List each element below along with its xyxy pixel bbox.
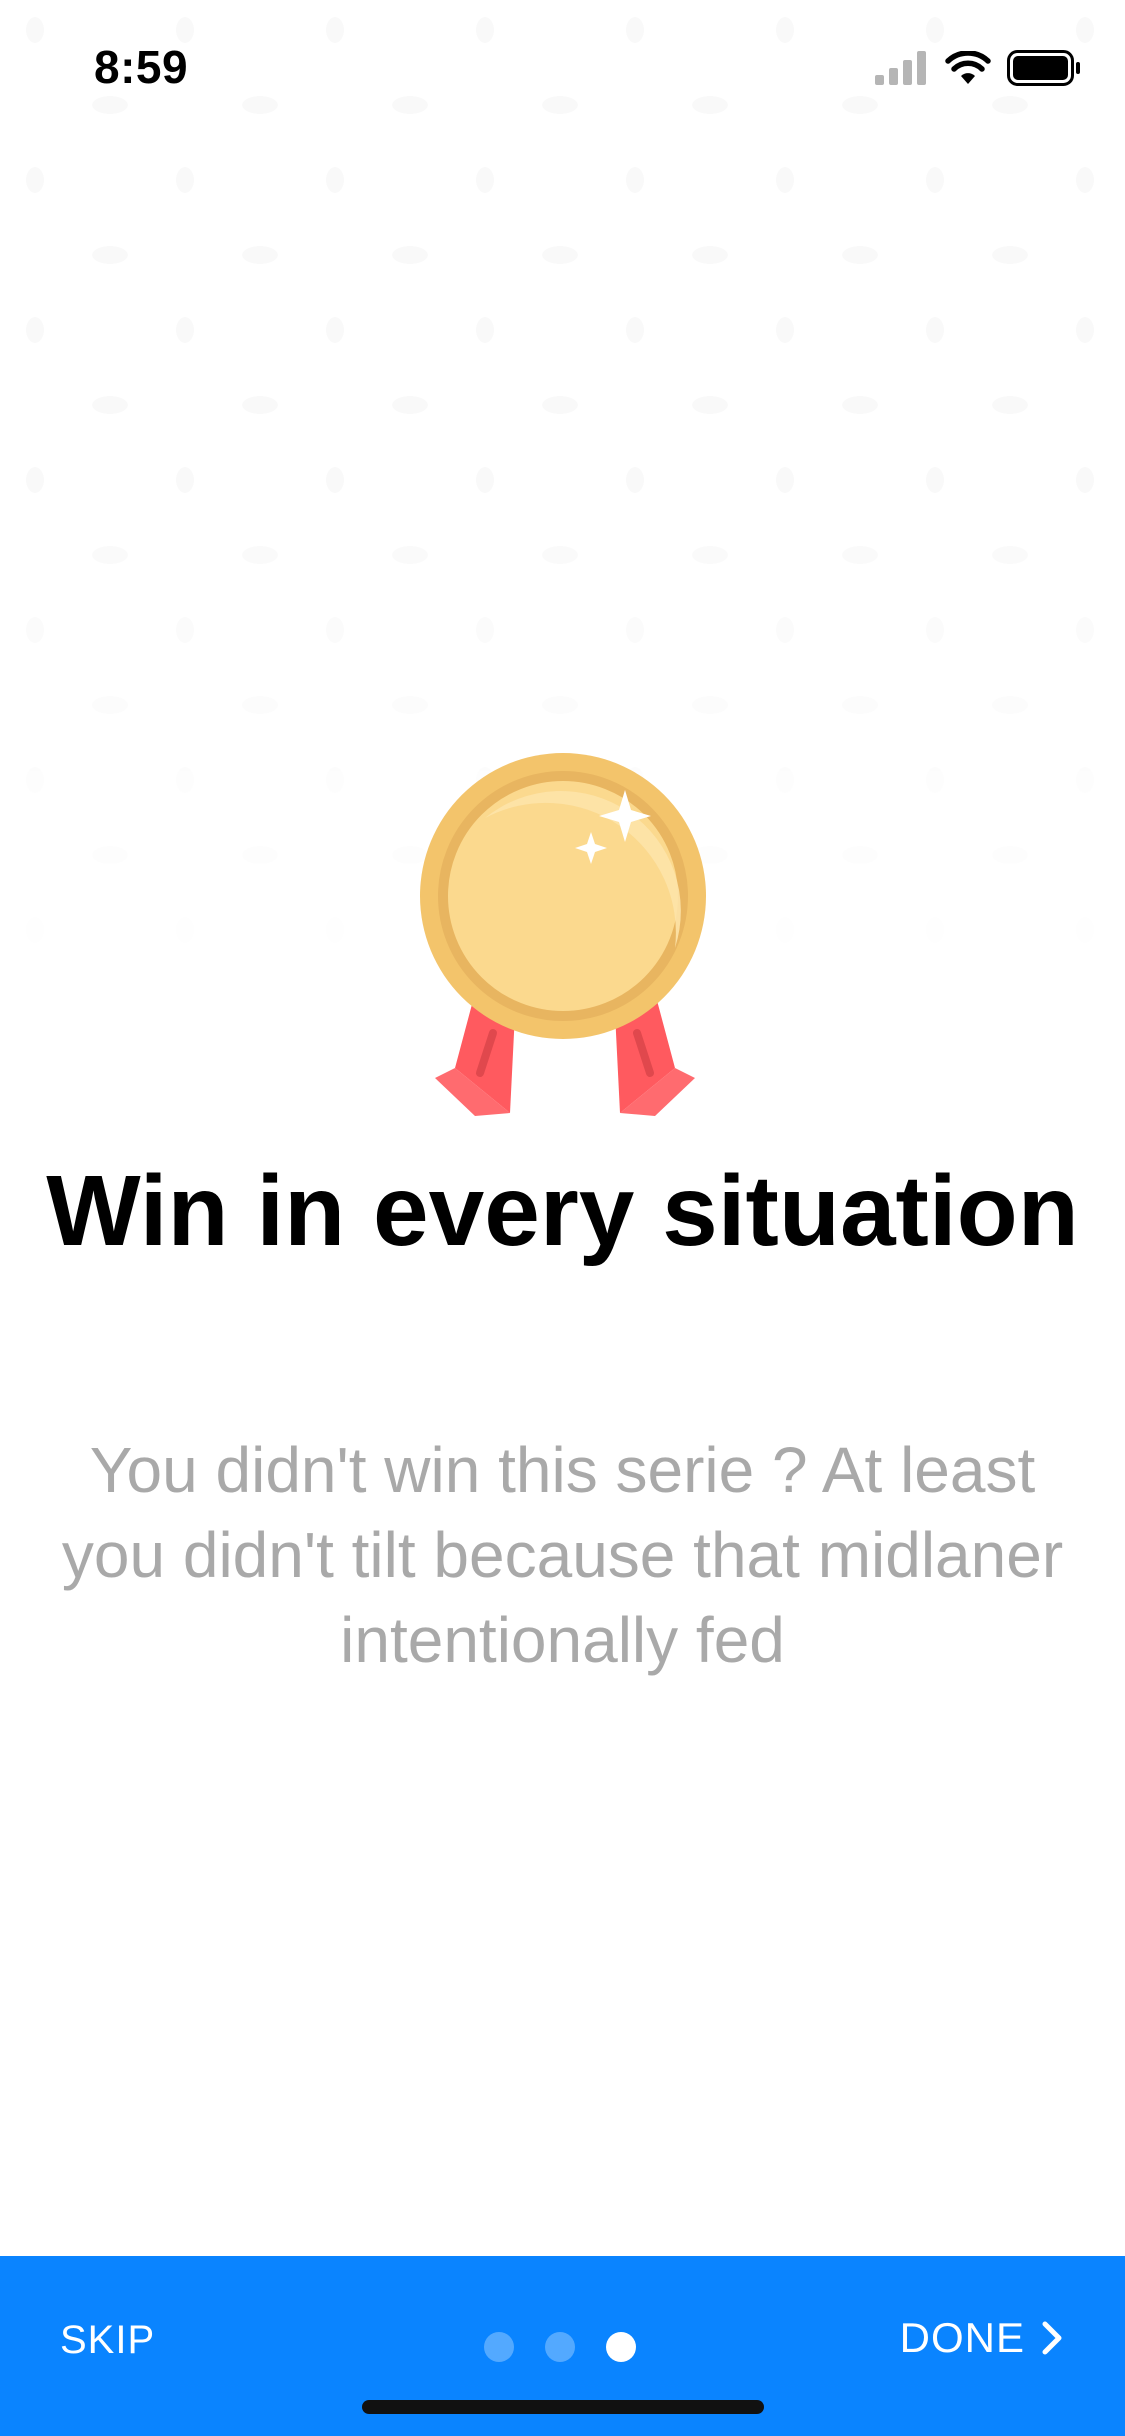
medal-icon (420, 753, 706, 1116)
home-indicator[interactable] (362, 2400, 764, 2414)
slide-title: Win in every situation (46, 1155, 1079, 1267)
done-label: DONE (899, 2314, 1025, 2361)
page-dot-2[interactable] (545, 2332, 575, 2362)
skip-button[interactable]: SKIP (60, 2318, 155, 2363)
status-bar: 8:59 (0, 0, 1125, 140)
cellular-signal-icon (875, 51, 926, 85)
wifi-icon (945, 51, 991, 84)
battery-icon (1007, 50, 1080, 86)
chevron-right-icon (1042, 2321, 1062, 2355)
page-indicator (484, 2332, 636, 2362)
page-dot-3[interactable] (606, 2332, 636, 2362)
status-time: 8:59 (94, 41, 189, 93)
done-button[interactable]: DONE (900, 2314, 1063, 2362)
onboarding-footer: SKIP DONE (0, 2256, 1125, 2436)
page-dot-1[interactable] (484, 2332, 514, 2362)
status-icons (875, 50, 1081, 86)
slide-description: You didn't win this serie ? At least you… (61, 1434, 1064, 1676)
